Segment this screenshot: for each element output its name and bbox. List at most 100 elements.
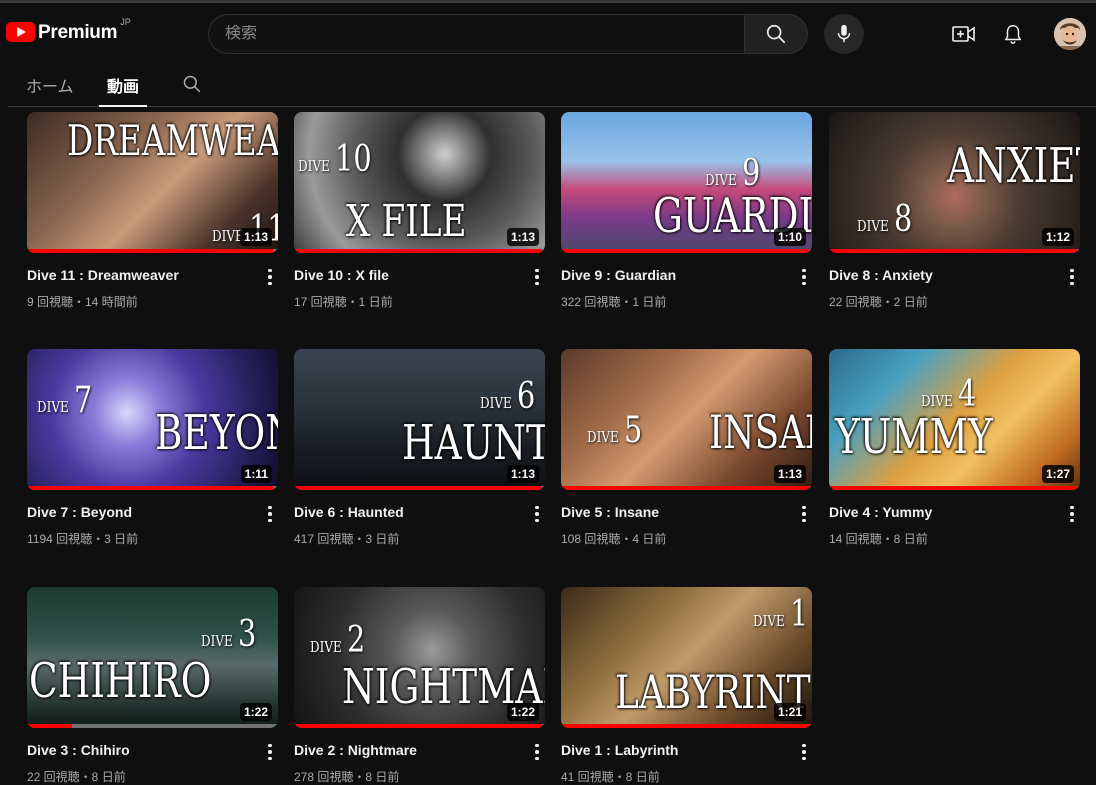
search-icon (766, 24, 786, 44)
duration-badge: 1:10 (773, 228, 806, 246)
watch-progress-bar (27, 486, 273, 490)
video-title[interactable]: Dive 4 : Yummy (829, 504, 932, 520)
thumbnail-title-text: CHIHIRO (29, 653, 212, 709)
notifications-button[interactable] (999, 20, 1027, 48)
thumbnail-title-text: HAUNTED (402, 415, 545, 471)
video-metadata: 108 回視聴・4 日前 (561, 532, 667, 546)
video-metadata: 22 回視聴・2 日前 (829, 295, 928, 309)
youtube-premium-logo[interactable]: Premium JP (6, 17, 131, 44)
video-metadata: 22 回視聴・8 日前 (27, 770, 126, 784)
video-metadata: 14 回視聴・8 日前 (829, 532, 928, 546)
more-actions-icon[interactable] (798, 267, 810, 287)
watch-progress-bar (294, 724, 543, 728)
more-actions-icon[interactable] (1066, 267, 1078, 287)
create-button[interactable] (950, 21, 978, 47)
video-metadata: 278 回視聴・8 日前 (294, 770, 400, 784)
more-actions-icon[interactable] (264, 742, 276, 762)
search-input[interactable] (225, 25, 744, 43)
watch-progress-bar (561, 249, 810, 253)
video-metadata: 9 回視聴・14 時間前 (27, 295, 138, 309)
watch-progress-bar (27, 724, 73, 728)
video-thumbnail[interactable]: BEYOND DIVE7 1:11 (27, 349, 278, 490)
more-actions-icon[interactable] (531, 504, 543, 524)
video-title[interactable]: Dive 5 : Insane (561, 504, 659, 520)
thumbnail-dive-label: DIVE 9 (705, 153, 761, 194)
duration-badge: 1:13 (506, 228, 539, 246)
video-thumbnail[interactable]: CHIHIRO DIVE 3 1:22 (27, 587, 278, 728)
thumbnail-dive-number: 8 (893, 199, 913, 240)
thumbnail-dive-label: DIVE 8 (857, 199, 913, 240)
video-title[interactable]: Dive 3 : Chihiro (27, 742, 130, 758)
video-title[interactable]: Dive 2 : Nightmare (294, 742, 417, 758)
video-title[interactable]: Dive 1 : Labyrinth (561, 742, 678, 758)
watch-progress-bar (294, 486, 543, 490)
more-actions-icon[interactable] (531, 267, 543, 287)
thumbnail-dive-label: DIVE 10 (298, 139, 372, 180)
more-actions-icon[interactable] (1066, 504, 1078, 524)
search-box (208, 14, 745, 54)
thumbnail-title-text: X FILE (346, 196, 467, 247)
search-icon (183, 75, 201, 93)
video-thumbnail[interactable]: LABYRINTH DIVE1 1:21 (561, 587, 812, 728)
video-thumbnail[interactable]: NIGHTMARE DIVE2 1:22 (294, 587, 545, 728)
video-metadata: 41 回視聴・8 日前 (561, 770, 660, 784)
channel-search-button[interactable] (182, 74, 202, 94)
video-thumbnail[interactable]: DREAMWEAVER DIVE11 1:13 (27, 112, 278, 253)
video-title[interactable]: Dive 6 : Haunted (294, 504, 404, 520)
youtube-play-icon (6, 22, 35, 42)
duration-badge: 1:27 (1041, 465, 1074, 483)
more-actions-icon[interactable] (264, 504, 276, 524)
video-title[interactable]: Dive 9 : Guardian (561, 267, 676, 283)
thumbnail-dive-label: DIVE 3 (201, 614, 257, 655)
account-avatar[interactable] (1054, 18, 1086, 50)
voice-search-button[interactable] (824, 14, 864, 54)
duration-badge: 1:13 (773, 465, 806, 483)
video-thumbnail[interactable]: X FILE DIVE 10 1:13 (294, 112, 545, 253)
channel-tabs: ホーム 動画 (8, 62, 1096, 107)
watch-progress-bar (829, 249, 1078, 253)
video-title[interactable]: Dive 8 : Anxiety (829, 267, 933, 283)
video-thumbnail[interactable]: GUARDIAN DIVE9 1:10 (561, 112, 812, 253)
video-metadata: 322 回視聴・1 日前 (561, 295, 667, 309)
thumbnail-dive-number: 10 (334, 139, 372, 180)
watch-progress-bar (829, 486, 1078, 490)
thumbnail-title-text: YUMMY (835, 409, 993, 465)
thumbnail-dive-label: DIVE 4 (921, 374, 977, 415)
duration-badge: 1:22 (239, 703, 272, 721)
thumbnail-dive-number: 1 (789, 594, 809, 635)
thumbnail-dive-label: DIVE 5 (587, 410, 643, 451)
more-actions-icon[interactable] (531, 742, 543, 762)
video-thumbnail[interactable]: ANXIETY DIVE8 1:12 (829, 112, 1080, 253)
thumbnail-dive-number: 5 (623, 410, 643, 451)
avatar-face-icon (1054, 18, 1086, 50)
thumbnail-dive-label: DIVE 6 (480, 376, 536, 417)
video-title[interactable]: Dive 11 : Dreamweaver (27, 267, 179, 283)
watch-progress-bar (561, 486, 810, 490)
video-add-icon (952, 26, 975, 42)
search-button[interactable] (744, 14, 808, 54)
duration-badge: 1:13 (506, 465, 539, 483)
thumbnail-title-text: DREAMWEAVER (67, 116, 278, 165)
video-title[interactable]: Dive 7 : Beyond (27, 504, 132, 520)
video-title[interactable]: Dive 10 : X file (294, 267, 389, 283)
logo-region: JP (120, 17, 131, 27)
thumbnail-dive-number: 2 (346, 620, 366, 661)
video-thumbnail[interactable]: YUMMY DIVE 4 1:27 (829, 349, 1080, 490)
video-metadata: 1194 回視聴・3 日前 (27, 532, 139, 546)
tab-videos[interactable]: 動画 (98, 73, 148, 107)
more-actions-icon[interactable] (798, 742, 810, 762)
video-thumbnail[interactable]: HAUNTED DIVE6 1:13 (294, 349, 545, 490)
duration-badge: 1:13 (239, 228, 272, 246)
tab-home[interactable]: ホーム (26, 73, 74, 107)
more-actions-icon[interactable] (798, 504, 810, 524)
duration-badge: 1:12 (1041, 228, 1074, 246)
video-thumbnail[interactable]: INSANE DIVE5 1:13 (561, 349, 812, 490)
more-actions-icon[interactable] (264, 267, 276, 287)
thumbnail-title-text: BEYOND (155, 405, 278, 461)
thumbnail-dive-number: 9 (741, 153, 761, 194)
thumbnail-dive-number: 3 (237, 614, 257, 655)
top-bar: Premium JP (0, 0, 1096, 62)
thumbnail-dive-number: 4 (957, 374, 977, 415)
thumbnail-dive-label: DIVE 1 (753, 594, 809, 635)
duration-badge: 1:21 (773, 703, 806, 721)
